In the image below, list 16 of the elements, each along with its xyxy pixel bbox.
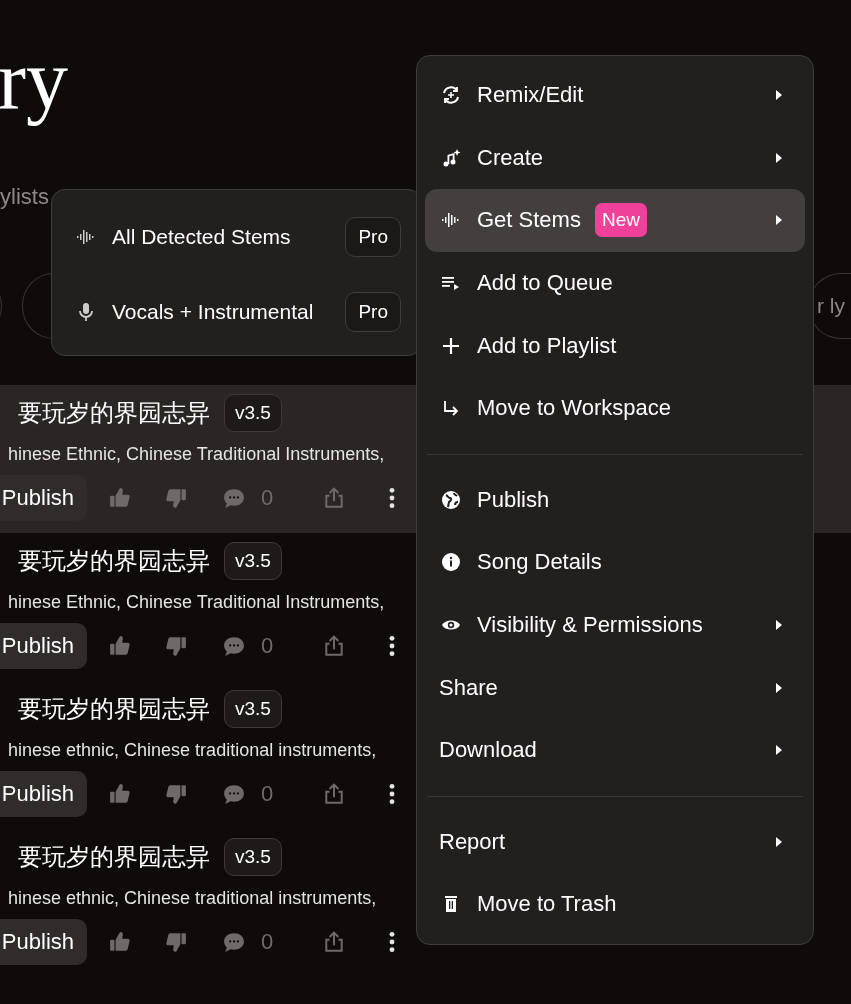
page-title: ry [0,32,68,128]
comment-count: 0 [261,633,275,659]
comment-count: 0 [261,929,275,955]
song-tags: hinese ethnic, Chinese traditional instruments, [8,740,377,760]
version-badge: v3.5 [224,394,282,432]
version-badge: v3.5 [224,690,282,728]
pro-badge: Pro [345,216,401,257]
song-tags: hinese ethnic, Chinese traditional instruments, [8,888,377,908]
new-badge: New [594,203,647,238]
song-tags: hinese Ethnic, Chinese Traditional Instruments, [8,592,385,612]
comment-count: 0 [261,781,275,807]
comment-count: 0 [261,485,275,511]
version-badge: v3.5 [224,838,282,876]
pro-badge: Pro [345,291,401,332]
version-badge: v3.5 [224,542,282,580]
song-tags: hinese Ethnic, Chinese Traditional Instruments, [8,444,385,464]
